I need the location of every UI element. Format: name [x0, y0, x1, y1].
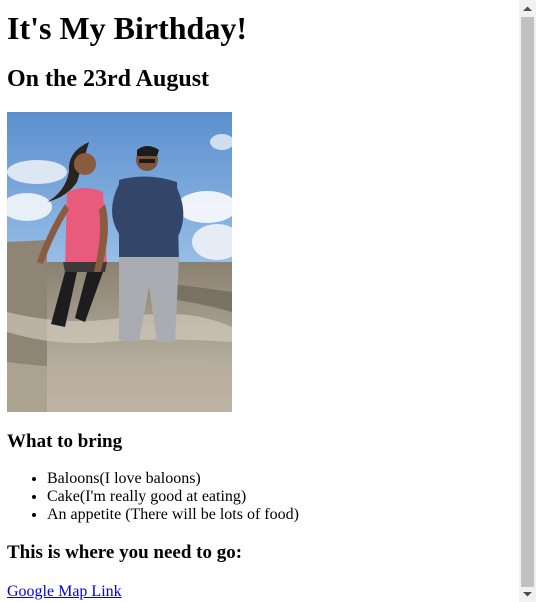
page-subtitle: On the 23rd August [7, 66, 210, 92]
scrollbar-thumb[interactable] [521, 17, 534, 587]
scroll-down-arrow-icon[interactable] [519, 585, 536, 602]
list-item: Baloons(I love baloons) [47, 470, 519, 488]
list-item: An appetite (There will be lots of food) [47, 506, 519, 524]
vertical-scrollbar[interactable] [519, 0, 536, 602]
bring-list: Baloons(I love baloons) Cake(I'm really … [7, 470, 519, 524]
list-item: Cake(I'm really good at eating) [47, 488, 519, 506]
google-map-link[interactable]: Google Map Link [7, 583, 122, 601]
bring-heading: What to bring [7, 431, 123, 452]
directions-heading: This is where you need to go: [7, 542, 243, 563]
browser-viewport: It's My Birthday! On the 23rd August Wha… [0, 0, 536, 602]
page-content: It's My Birthday! On the 23rd August Wha… [0, 0, 519, 602]
scroll-up-arrow-icon[interactable] [519, 0, 536, 17]
birthday-photo [7, 112, 232, 412]
page-title: It's My Birthday! [7, 10, 247, 46]
